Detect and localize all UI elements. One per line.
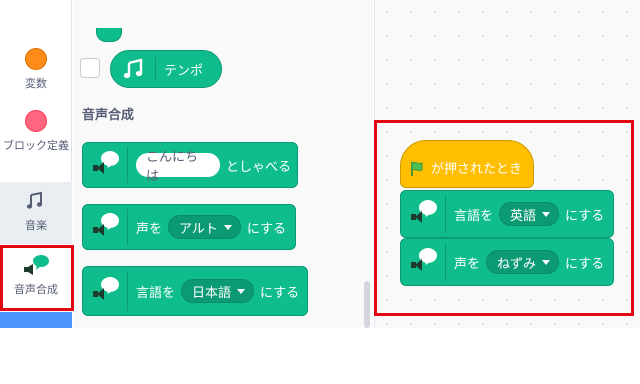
set-voice-block[interactable]: 声を アルト にする (82, 204, 296, 250)
speak-text-input[interactable]: こんにちは (135, 150, 220, 184)
voice-dropdown-value: アルト (179, 221, 218, 237)
language-suffix-label: にする (260, 285, 300, 301)
music-notes-icon (26, 190, 46, 212)
voice-dropdown[interactable]: アルト (168, 215, 241, 239)
speech-bubble-speaker-icon (91, 151, 121, 179)
page-bottom-area (0, 328, 640, 384)
script-set-voice-block[interactable]: 声を ねずみ にする (400, 238, 614, 286)
block-divider (127, 271, 128, 311)
speech-bubble-speaker-icon (409, 200, 439, 228)
speech-bubble-speaker-icon (409, 248, 439, 276)
category-variables[interactable]: 変数 (0, 48, 72, 92)
dropdown-caret-icon (223, 224, 232, 230)
category-music[interactable]: 音楽 (0, 182, 72, 244)
partial-block-top (96, 28, 122, 42)
voice-suffix-label: にする (246, 221, 287, 237)
category-music-label: 音楽 (25, 219, 47, 232)
category-menu: 変数 ブロック定義 音楽 音声合成 (0, 0, 72, 328)
script-language-dropdown-value: 英語 (510, 208, 537, 224)
section-title-tts: 音声合成 (82, 108, 135, 123)
speak-suffix-label: としゃべる (225, 159, 291, 175)
tempo-checkbox[interactable] (80, 58, 100, 78)
script-voice-dropdown[interactable]: ねずみ (486, 250, 560, 274)
block-divider (445, 195, 446, 233)
category-my-blocks[interactable]: ブロック定義 (0, 110, 72, 154)
block-divider (127, 209, 128, 245)
set-language-block[interactable]: 言語を 日本語 にする (82, 266, 308, 316)
script-set-language-block[interactable]: 言語を 英語 にする (400, 190, 614, 238)
block-divider (155, 57, 156, 81)
hat-block-label: が押されたとき (431, 162, 523, 177)
green-flag-icon (409, 161, 425, 177)
extension-button[interactable] (0, 312, 72, 328)
language-dropdown-value: 日本語 (192, 285, 232, 301)
category-variables-label: 変数 (25, 77, 47, 90)
language-dropdown[interactable]: 日本語 (181, 279, 255, 303)
when-flag-clicked-block[interactable]: が押されたとき (400, 140, 534, 188)
block-divider (127, 147, 128, 183)
palette-scrollbar[interactable] (364, 281, 370, 328)
script-voice-dropdown-value: ねずみ (497, 256, 537, 272)
dropdown-caret-icon (237, 288, 246, 294)
speech-bubble-speaker-icon (22, 254, 50, 276)
speech-bubble-speaker-icon (91, 213, 121, 241)
script-language-dropdown[interactable]: 英語 (499, 202, 560, 226)
music-notes-icon (123, 58, 147, 80)
script-language-prefix-label: 言語を (454, 208, 494, 224)
variables-color-dot (25, 48, 47, 70)
dropdown-caret-icon (542, 211, 551, 217)
speak-block[interactable]: こんにちは としゃべる (82, 142, 298, 188)
tempo-reporter-block[interactable]: テンポ (110, 50, 222, 88)
category-my-blocks-label: ブロック定義 (3, 139, 69, 152)
scratch-editor: 変数 ブロック定義 音楽 音声合成 テンポ 音声合成 こんにちは としゃべる 声… (0, 0, 640, 384)
my-blocks-color-dot (25, 110, 47, 132)
category-text-to-speech-label: 音声合成 (14, 283, 58, 296)
block-divider (445, 243, 446, 281)
voice-prefix-label: 声を (136, 221, 163, 237)
script-voice-prefix-label: 声を (454, 256, 481, 272)
speech-bubble-speaker-icon (91, 277, 121, 305)
tempo-label: テンポ (164, 63, 204, 79)
dropdown-caret-icon (542, 259, 551, 265)
language-prefix-label: 言語を (136, 285, 176, 301)
category-text-to-speech[interactable]: 音声合成 (0, 250, 72, 306)
script-voice-suffix-label: にする (565, 256, 605, 272)
script-language-suffix-label: にする (565, 208, 605, 224)
